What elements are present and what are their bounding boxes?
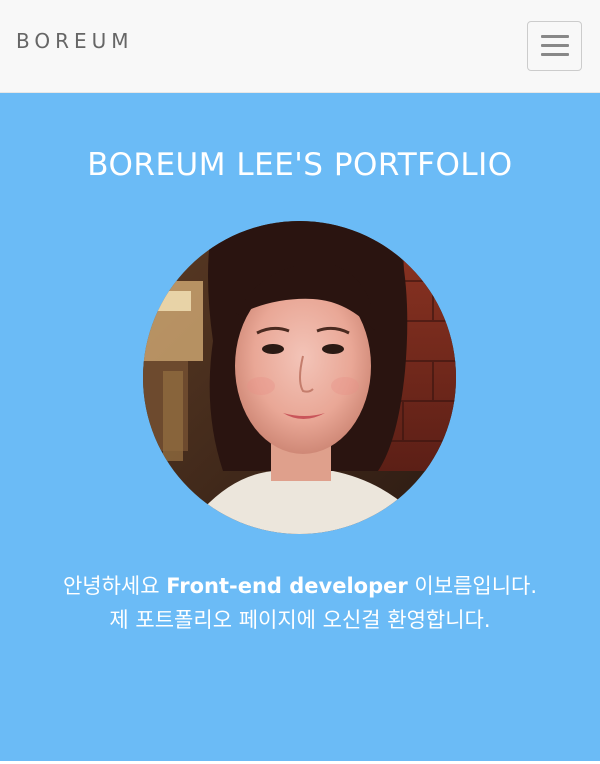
intro-role: Front-end developer (166, 574, 408, 598)
intro-greeting: 안녕하세요 (62, 574, 167, 598)
intro-line-1: 안녕하세요 Front-end developer 이보름입니다. (0, 569, 600, 603)
brand-logo[interactable]: BOREUM (16, 28, 134, 54)
intro-name: 이보름입니다. (407, 574, 538, 598)
navbar: BOREUM (0, 0, 600, 93)
profile-photo (143, 221, 456, 534)
menu-toggle-button[interactable] (527, 21, 582, 71)
intro-line-2: 제 포트폴리오 페이지에 오신걸 환영합니다. (109, 608, 491, 632)
page-title: BOREUM LEE'S PORTFOLIO (87, 147, 513, 183)
intro-text: 안녕하세요 Front-end developer 이보름입니다. 제 포트폴리… (0, 569, 600, 637)
hero-section: BOREUM LEE'S PORTFOLIO 안녕하세요 Front-end d… (0, 93, 600, 761)
